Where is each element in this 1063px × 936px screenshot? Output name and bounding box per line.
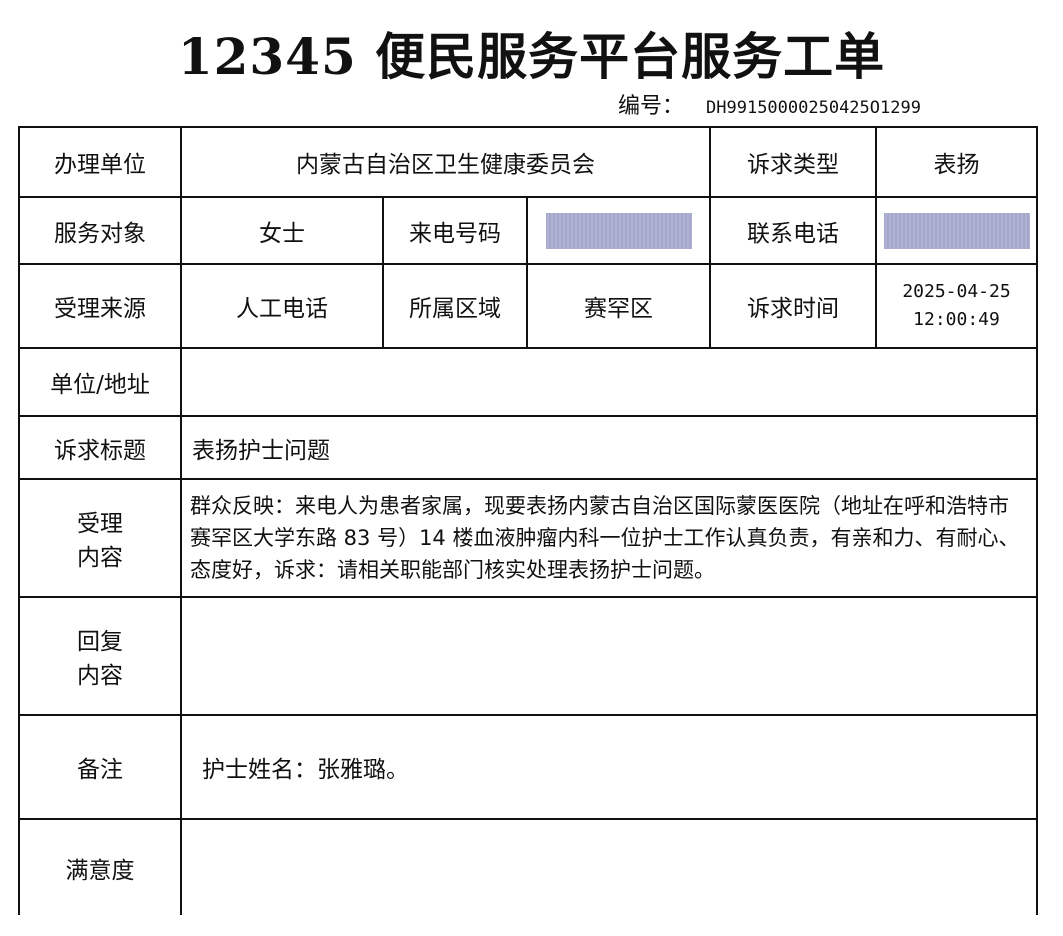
reply-label: 回复 内容 xyxy=(18,596,182,716)
address-label: 单位/地址 xyxy=(18,347,182,417)
table-row: 满意度 xyxy=(18,818,1039,915)
type-label: 诉求类型 xyxy=(709,126,878,198)
work-order-table: 办理单位 内蒙古自治区卫生健康委员会 诉求类型 表扬 服务对象 女士 来电号码 … xyxy=(18,126,1039,915)
document-title: 12345 便民服务平台服务工单 xyxy=(177,27,886,86)
unit-label: 办理单位 xyxy=(18,126,182,198)
table-row: 办理单位 内蒙古自治区卫生健康委员会 诉求类型 表扬 xyxy=(18,126,1039,198)
serial-label: 编号： xyxy=(618,94,685,119)
table-row: 单位/地址 xyxy=(18,347,1039,417)
region-value: 赛罕区 xyxy=(525,263,712,349)
time-date: 2025-04-25 xyxy=(902,281,1011,302)
serial-number: 编号： DH99150000250425O1299 xyxy=(618,92,921,123)
caller-number xyxy=(525,196,712,265)
remark-label: 备注 xyxy=(18,714,182,820)
source-label: 受理来源 xyxy=(18,263,182,349)
time-clock: 12:00:49 xyxy=(913,309,1000,330)
address-value xyxy=(179,347,1039,417)
type-value: 表扬 xyxy=(875,126,1039,198)
source-value: 人工电话 xyxy=(180,263,384,349)
client-value: 女士 xyxy=(180,196,384,265)
satisfaction-value xyxy=(179,818,1039,915)
contact-label: 联系电话 xyxy=(709,196,878,265)
remark-value: 护士姓名：张雅璐。 xyxy=(179,714,1039,820)
redacted-block xyxy=(545,212,692,249)
satisfaction-label: 满意度 xyxy=(18,818,182,915)
unit-value: 内蒙古自治区卫生健康委员会 xyxy=(179,126,712,198)
subject-label: 诉求标题 xyxy=(18,415,182,480)
table-row: 服务对象 女士 来电号码 联系电话 xyxy=(18,196,1039,265)
region-label: 所属区域 xyxy=(382,263,528,349)
table-row: 受理来源 人工电话 所属区域 赛罕区 诉求时间 2025-04-25 12:00… xyxy=(18,263,1039,349)
table-row: 受理 内容 群众反映：来电人为患者家属，现要表扬内蒙古自治区国际蒙医医院（地址在… xyxy=(18,478,1039,598)
redacted-block xyxy=(883,212,1030,249)
subject-value: 表扬护士问题 xyxy=(179,415,1039,480)
client-label: 服务对象 xyxy=(18,196,182,265)
time-label: 诉求时间 xyxy=(709,263,878,349)
table-row: 诉求标题 表扬护士问题 xyxy=(18,415,1039,480)
table-row: 回复 内容 xyxy=(18,596,1039,716)
time-value: 2025-04-25 12:00:49 xyxy=(875,263,1039,349)
serial-value: DH99150000250425O1299 xyxy=(706,98,921,118)
content-label: 受理 内容 xyxy=(18,478,182,598)
reply-value xyxy=(179,596,1039,716)
table-row: 备注 护士姓名：张雅璐。 xyxy=(18,714,1039,820)
contact-number xyxy=(875,196,1039,265)
content-value: 群众反映：来电人为患者家属，现要表扬内蒙古自治区国际蒙医医院（地址在呼和浩特市赛… xyxy=(179,478,1039,598)
caller-label: 来电号码 xyxy=(382,196,528,265)
